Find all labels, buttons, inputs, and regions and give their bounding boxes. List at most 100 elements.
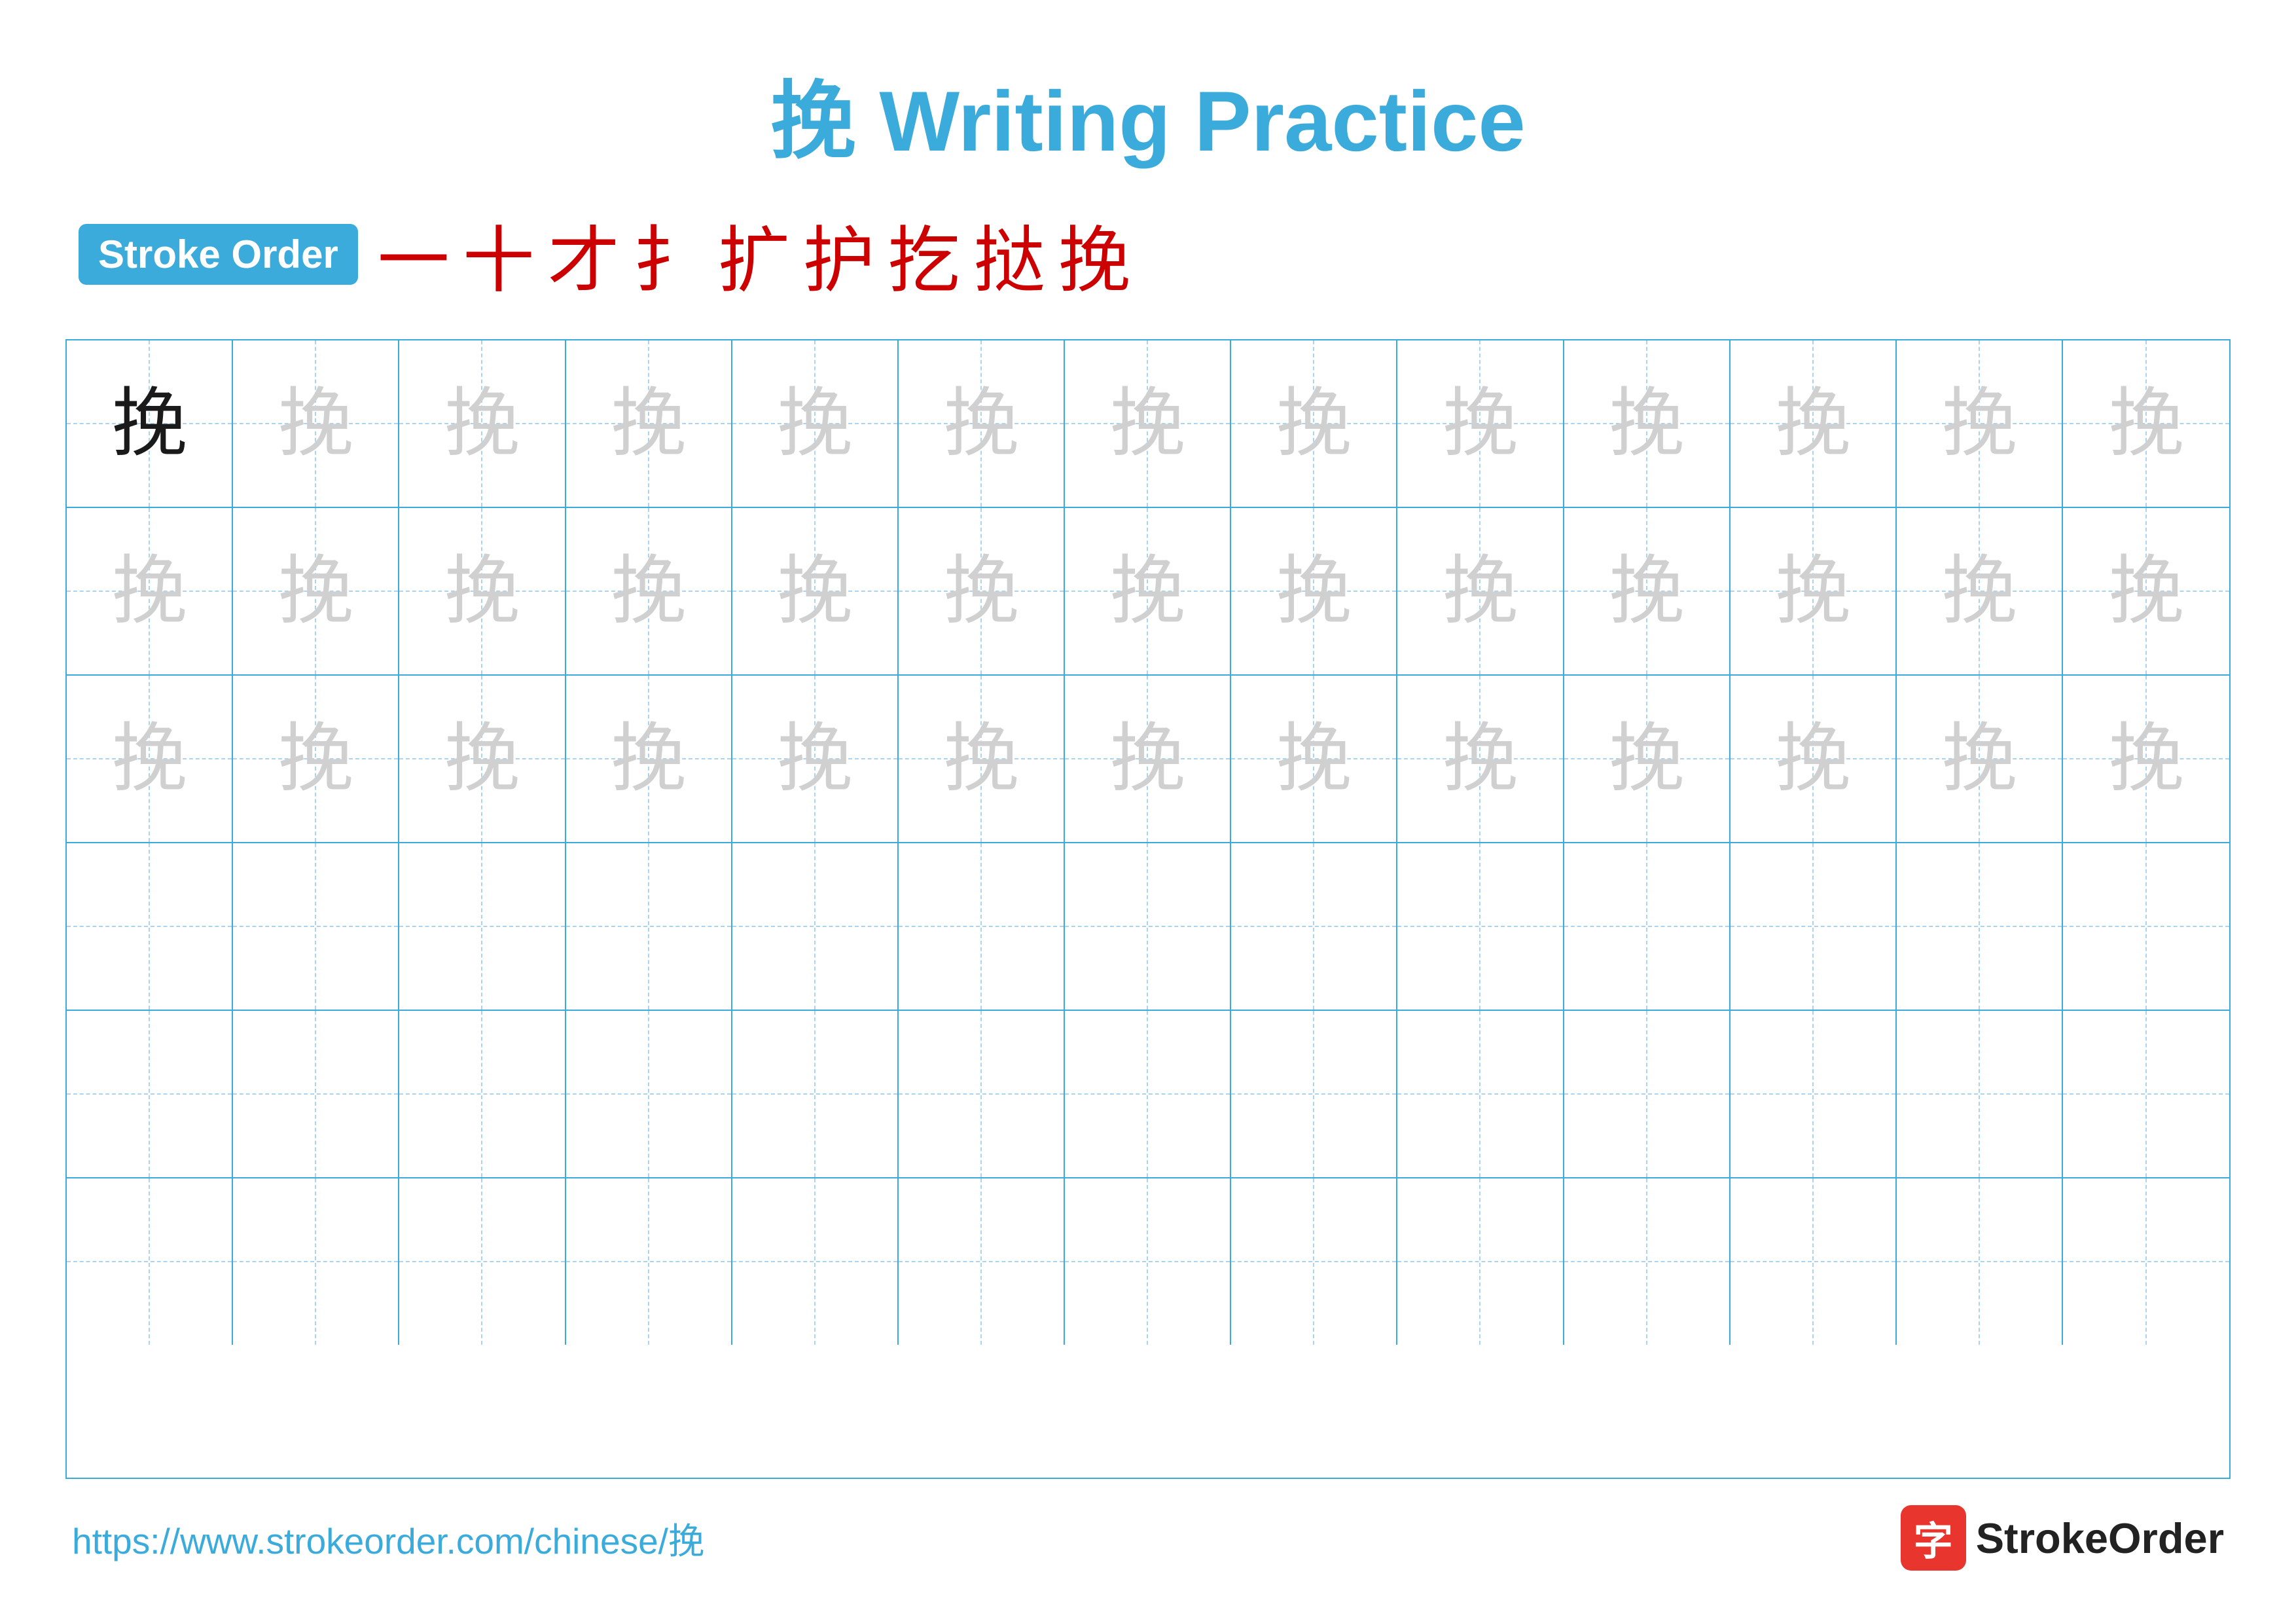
grid-cell-3-8[interactable]: 挽 xyxy=(1397,843,1564,1010)
grid-cell-3-0[interactable]: 挽 xyxy=(67,843,233,1010)
grid-cell-3-7[interactable]: 挽 xyxy=(1231,843,1397,1010)
grid-cell-4-2[interactable]: 挽 xyxy=(399,1011,565,1177)
grid-cell-2-8[interactable]: 挽 xyxy=(1397,676,1564,842)
grid-cell-1-0[interactable]: 挽 xyxy=(67,508,233,674)
grid-row-0: 挽挽挽挽挽挽挽挽挽挽挽挽挽 xyxy=(67,340,2229,508)
grid-cell-0-2[interactable]: 挽 xyxy=(399,340,565,507)
grid-cell-0-10[interactable]: 挽 xyxy=(1731,340,1897,507)
grid-cell-5-12[interactable]: 挽 xyxy=(2063,1178,2229,1345)
grid-cell-1-10[interactable]: 挽 xyxy=(1731,508,1897,674)
grid-cell-1-12[interactable]: 挽 xyxy=(2063,508,2229,674)
grid-cell-4-4[interactable]: 挽 xyxy=(732,1011,899,1177)
grid-cell-1-7[interactable]: 挽 xyxy=(1231,508,1397,674)
grid-cell-2-2[interactable]: 挽 xyxy=(399,676,565,842)
grid-cell-4-5[interactable]: 挽 xyxy=(899,1011,1065,1177)
logo-icon: 字 xyxy=(1901,1505,1966,1571)
grid-cell-1-4[interactable]: 挽 xyxy=(732,508,899,674)
grid-cell-0-8[interactable]: 挽 xyxy=(1397,340,1564,507)
grid-cell-3-2[interactable]: 挽 xyxy=(399,843,565,1010)
grid-row-5: 挽挽挽挽挽挽挽挽挽挽挽挽挽 xyxy=(67,1178,2229,1345)
grid-cell-2-12[interactable]: 挽 xyxy=(2063,676,2229,842)
grid-cell-5-0[interactable]: 挽 xyxy=(67,1178,233,1345)
cell-character: 挽 xyxy=(2109,1224,2184,1300)
grid-cell-4-6[interactable]: 挽 xyxy=(1065,1011,1231,1177)
stroke-order-row: Stroke Order 一 十 才 扌 扩 护 扢 挞 挽 xyxy=(65,202,2231,306)
grid-cell-2-3[interactable]: 挽 xyxy=(566,676,732,842)
grid-cell-4-9[interactable]: 挽 xyxy=(1564,1011,1731,1177)
cell-character: 挽 xyxy=(943,386,1018,462)
grid-cell-5-5[interactable]: 挽 xyxy=(899,1178,1065,1345)
grid-cell-2-5[interactable]: 挽 xyxy=(899,676,1065,842)
cell-character: 挽 xyxy=(1276,1057,1352,1132)
grid-cell-4-8[interactable]: 挽 xyxy=(1397,1011,1564,1177)
stroke-chars-container: 一 十 才 扌 扩 护 扢 挞 挽 xyxy=(378,202,1130,306)
stroke-9: 挽 xyxy=(1058,202,1130,306)
cell-character: 挽 xyxy=(1775,889,1850,964)
cell-character: 挽 xyxy=(611,1224,686,1300)
grid-cell-3-10[interactable]: 挽 xyxy=(1731,843,1897,1010)
grid-cell-0-7[interactable]: 挽 xyxy=(1231,340,1397,507)
grid-cell-5-8[interactable]: 挽 xyxy=(1397,1178,1564,1345)
grid-cell-5-4[interactable]: 挽 xyxy=(732,1178,899,1345)
grid-cell-0-5[interactable]: 挽 xyxy=(899,340,1065,507)
grid-cell-2-9[interactable]: 挽 xyxy=(1564,676,1731,842)
grid-cell-2-0[interactable]: 挽 xyxy=(67,676,233,842)
logo-char: 字 xyxy=(1914,1510,1953,1567)
grid-cell-4-3[interactable]: 挽 xyxy=(566,1011,732,1177)
grid-cell-0-6[interactable]: 挽 xyxy=(1065,340,1231,507)
grid-cell-3-3[interactable]: 挽 xyxy=(566,843,732,1010)
grid-cell-3-5[interactable]: 挽 xyxy=(899,843,1065,1010)
grid-cell-1-8[interactable]: 挽 xyxy=(1397,508,1564,674)
cell-character: 挽 xyxy=(1443,889,1518,964)
grid-cell-3-6[interactable]: 挽 xyxy=(1065,843,1231,1010)
grid-cell-0-9[interactable]: 挽 xyxy=(1564,340,1731,507)
grid-cell-0-11[interactable]: 挽 xyxy=(1897,340,2063,507)
grid-cell-5-10[interactable]: 挽 xyxy=(1731,1178,1897,1345)
grid-cell-1-6[interactable]: 挽 xyxy=(1065,508,1231,674)
grid-cell-1-9[interactable]: 挽 xyxy=(1564,508,1731,674)
cell-character: 挽 xyxy=(444,889,520,964)
grid-cell-5-2[interactable]: 挽 xyxy=(399,1178,565,1345)
grid-cell-4-11[interactable]: 挽 xyxy=(1897,1011,2063,1177)
stroke-3: 才 xyxy=(548,202,620,306)
grid-cell-4-0[interactable]: 挽 xyxy=(67,1011,233,1177)
grid-cell-4-10[interactable]: 挽 xyxy=(1731,1011,1897,1177)
grid-cell-0-4[interactable]: 挽 xyxy=(732,340,899,507)
grid-cell-3-1[interactable]: 挽 xyxy=(233,843,399,1010)
grid-cell-2-7[interactable]: 挽 xyxy=(1231,676,1397,842)
grid-cell-0-0[interactable]: 挽 xyxy=(67,340,233,507)
grid-cell-2-11[interactable]: 挽 xyxy=(1897,676,2063,842)
grid-cell-0-12[interactable]: 挽 xyxy=(2063,340,2229,507)
grid-cell-1-1[interactable]: 挽 xyxy=(233,508,399,674)
grid-row-2: 挽挽挽挽挽挽挽挽挽挽挽挽挽 xyxy=(67,676,2229,843)
grid-cell-2-10[interactable]: 挽 xyxy=(1731,676,1897,842)
grid-cell-1-11[interactable]: 挽 xyxy=(1897,508,2063,674)
cell-character: 挽 xyxy=(611,721,686,797)
grid-cell-4-12[interactable]: 挽 xyxy=(2063,1011,2229,1177)
grid-cell-5-9[interactable]: 挽 xyxy=(1564,1178,1731,1345)
cell-character: 挽 xyxy=(1443,554,1518,629)
grid-cell-3-9[interactable]: 挽 xyxy=(1564,843,1731,1010)
grid-cell-0-1[interactable]: 挽 xyxy=(233,340,399,507)
grid-cell-2-6[interactable]: 挽 xyxy=(1065,676,1231,842)
grid-cell-3-11[interactable]: 挽 xyxy=(1897,843,2063,1010)
cell-character: 挽 xyxy=(278,554,353,629)
grid-cell-2-4[interactable]: 挽 xyxy=(732,676,899,842)
grid-cell-2-1[interactable]: 挽 xyxy=(233,676,399,842)
grid-cell-3-4[interactable]: 挽 xyxy=(732,843,899,1010)
cell-character: 挽 xyxy=(112,554,187,629)
grid-cell-3-12[interactable]: 挽 xyxy=(2063,843,2229,1010)
grid-cell-5-1[interactable]: 挽 xyxy=(233,1178,399,1345)
cell-character: 挽 xyxy=(611,1057,686,1132)
grid-cell-1-3[interactable]: 挽 xyxy=(566,508,732,674)
grid-cell-4-7[interactable]: 挽 xyxy=(1231,1011,1397,1177)
cell-character: 挽 xyxy=(1609,889,1684,964)
grid-cell-5-11[interactable]: 挽 xyxy=(1897,1178,2063,1345)
grid-cell-5-6[interactable]: 挽 xyxy=(1065,1178,1231,1345)
grid-cell-4-1[interactable]: 挽 xyxy=(233,1011,399,1177)
grid-cell-1-2[interactable]: 挽 xyxy=(399,508,565,674)
grid-cell-1-5[interactable]: 挽 xyxy=(899,508,1065,674)
grid-cell-5-7[interactable]: 挽 xyxy=(1231,1178,1397,1345)
grid-cell-0-3[interactable]: 挽 xyxy=(566,340,732,507)
grid-cell-5-3[interactable]: 挽 xyxy=(566,1178,732,1345)
